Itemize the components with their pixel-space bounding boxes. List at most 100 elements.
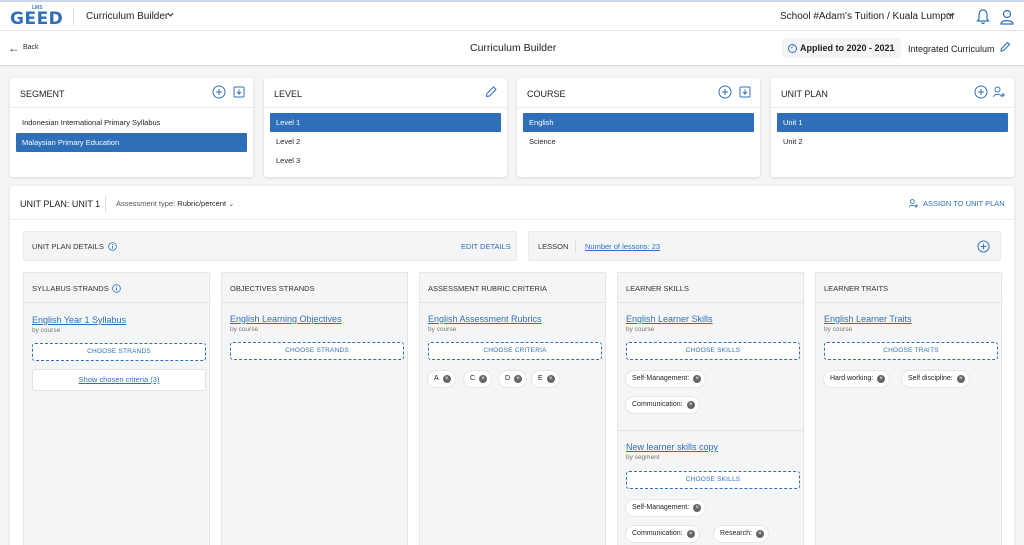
- syllabus-link[interactable]: English Year 1 Syllabus: [32, 315, 126, 325]
- add-circle-icon[interactable]: [718, 85, 732, 99]
- trait-chip: Self discipline: ×: [902, 371, 969, 387]
- unit-item[interactable]: Unit 2: [777, 132, 1008, 151]
- skill-chip: Self-Management: ×: [626, 371, 706, 387]
- close-icon[interactable]: ×: [956, 375, 965, 383]
- rubric-link[interactable]: English Assessment Rubrics: [428, 314, 542, 324]
- user-icon[interactable]: [999, 8, 1015, 26]
- unit-item-selected[interactable]: Unit 1: [777, 113, 1008, 132]
- skill-chip: Self-Management: ×: [626, 500, 706, 516]
- chevron-down-icon[interactable]: [166, 10, 175, 19]
- app-switcher-label[interactable]: Curriculum Builder: [86, 11, 168, 22]
- add-circle-icon[interactable]: [212, 85, 226, 99]
- segment-title: SEGMENT: [20, 89, 65, 99]
- divider: [816, 302, 1001, 303]
- download-box-icon[interactable]: [232, 85, 246, 99]
- top-bar: LMS GEED Curriculum Builder School #Adam…: [0, 0, 1024, 31]
- logo[interactable]: LMS GEED: [10, 5, 63, 29]
- divider: [420, 302, 605, 303]
- close-icon[interactable]: ×: [514, 375, 523, 383]
- applied-badge: ✓ Applied to 2020 - 2021: [782, 38, 901, 58]
- close-icon[interactable]: ×: [442, 375, 451, 383]
- assign-to-unit-plan-button[interactable]: ASSIGN TO UNIT PLAN: [908, 198, 1005, 209]
- divider: [618, 302, 803, 303]
- close-icon[interactable]: ×: [693, 504, 702, 512]
- logo-text: GEED: [10, 9, 64, 29]
- syllabus-source: by course: [32, 327, 61, 334]
- download-box-icon[interactable]: [738, 85, 752, 99]
- chevron-down-icon[interactable]: [946, 10, 955, 19]
- skills-link[interactable]: English Learner Skills: [626, 314, 713, 324]
- course-item[interactable]: Science: [523, 132, 754, 151]
- bell-icon[interactable]: [975, 8, 991, 26]
- objectives-link[interactable]: English Learning Objectives: [230, 314, 342, 324]
- close-icon[interactable]: ×: [693, 375, 702, 383]
- back-button[interactable]: Back: [23, 44, 39, 51]
- integrated-curriculum-label: Integrated Curriculum: [908, 44, 995, 54]
- segment-item-selected[interactable]: Malaysian Primary Education: [16, 133, 247, 152]
- info-icon[interactable]: [108, 242, 117, 251]
- assign-label: ASSIGN TO UNIT PLAN: [923, 199, 1005, 208]
- close-icon[interactable]: ×: [877, 375, 886, 383]
- back-arrow-icon[interactable]: ←: [8, 42, 20, 54]
- divider: [575, 240, 576, 253]
- skill-chip: Communication: ×: [626, 397, 699, 413]
- show-chosen-criteria-link[interactable]: Show chosen criteria (3): [79, 375, 160, 384]
- chip-label: Communication:: [632, 401, 683, 408]
- assessment-type-selector[interactable]: Assessment type: Rubric/percent ⌄: [116, 199, 234, 208]
- divider: [222, 302, 407, 303]
- divider: [618, 430, 803, 431]
- learner-traits-column: LEARNER TRAITS English Learner Traits by…: [815, 272, 1002, 545]
- chip-label: Hard working:: [830, 375, 874, 382]
- unit-plan-card: UNIT PLAN Unit 1 Unit 2: [771, 78, 1014, 177]
- level-card: LEVEL Level 1 Level 2 Level 3: [264, 78, 507, 177]
- pencil-icon[interactable]: [999, 41, 1011, 53]
- info-icon[interactable]: [111, 284, 121, 293]
- close-icon[interactable]: ×: [479, 375, 488, 383]
- divider: [24, 302, 209, 303]
- choose-skills-button[interactable]: CHOOSE SKILLS: [626, 471, 800, 489]
- divider: [771, 107, 1014, 108]
- learner-skills-column: LEARNER SKILLS English Learner Skills by…: [617, 272, 804, 545]
- choose-criteria-button[interactable]: CHOOSE CRITERIA: [428, 342, 602, 360]
- column-title: LEARNER TRAITS: [824, 284, 889, 293]
- assessment-rubric-column: ASSESSMENT RUBRIC CRITERIA English Asses…: [419, 272, 606, 545]
- level-item[interactable]: Level 3: [270, 151, 501, 170]
- skills-source: by segment: [626, 454, 660, 461]
- add-circle-icon[interactable]: [974, 85, 988, 99]
- chip-label: A: [434, 375, 439, 382]
- choose-traits-button[interactable]: CHOOSE TRAITS: [824, 342, 998, 360]
- level-item-selected[interactable]: Level 1: [270, 113, 501, 132]
- close-icon[interactable]: ×: [546, 375, 555, 383]
- skills-link[interactable]: New learner skills copy: [626, 442, 718, 452]
- add-circle-icon[interactable]: [977, 240, 990, 253]
- chip-label: D: [505, 375, 511, 382]
- details-title: UNIT PLAN DETAILS: [32, 242, 117, 251]
- choose-strands-button[interactable]: CHOOSE STRANDS: [32, 343, 206, 361]
- number-of-lessons-link[interactable]: Number of lessons: 23: [585, 242, 660, 251]
- divider: [73, 8, 74, 26]
- segment-item[interactable]: Indonesian International Primary Syllabu…: [16, 113, 247, 132]
- assign-user-icon[interactable]: [992, 85, 1006, 99]
- close-icon[interactable]: ×: [755, 530, 764, 538]
- close-icon[interactable]: ×: [686, 401, 695, 409]
- school-selector[interactable]: School #Adam's Tuition / Kuala Lumpur: [780, 11, 955, 22]
- course-item-selected[interactable]: English: [523, 113, 754, 132]
- details-label: UNIT PLAN DETAILS: [32, 242, 104, 251]
- column-title-text: SYLLABUS STRANDS: [32, 284, 109, 293]
- chevron-down-icon: ⌄: [228, 199, 235, 208]
- skill-chip: Communication: ×: [626, 526, 699, 542]
- chip-label: Research:: [720, 530, 752, 537]
- skills-source: by course: [626, 326, 655, 333]
- choose-strands-button[interactable]: CHOOSE STRANDS: [230, 342, 404, 360]
- page-title: Curriculum Builder: [470, 42, 557, 54]
- traits-link[interactable]: English Learner Traits: [824, 314, 912, 324]
- syllabus-strands-column: SYLLABUS STRANDS English Year 1 Syllabus…: [23, 272, 210, 545]
- unit-plan-details: UNIT PLAN DETAILS EDIT DETAILS: [23, 231, 517, 261]
- edit-details-button[interactable]: EDIT DETAILS: [461, 242, 511, 251]
- pencil-icon[interactable]: [484, 85, 498, 99]
- lesson-label: LESSON: [538, 242, 569, 251]
- criteria-chip: C ×: [464, 371, 492, 387]
- choose-skills-button[interactable]: CHOOSE SKILLS: [626, 342, 800, 360]
- level-item[interactable]: Level 2: [270, 132, 501, 151]
- close-icon[interactable]: ×: [686, 530, 695, 538]
